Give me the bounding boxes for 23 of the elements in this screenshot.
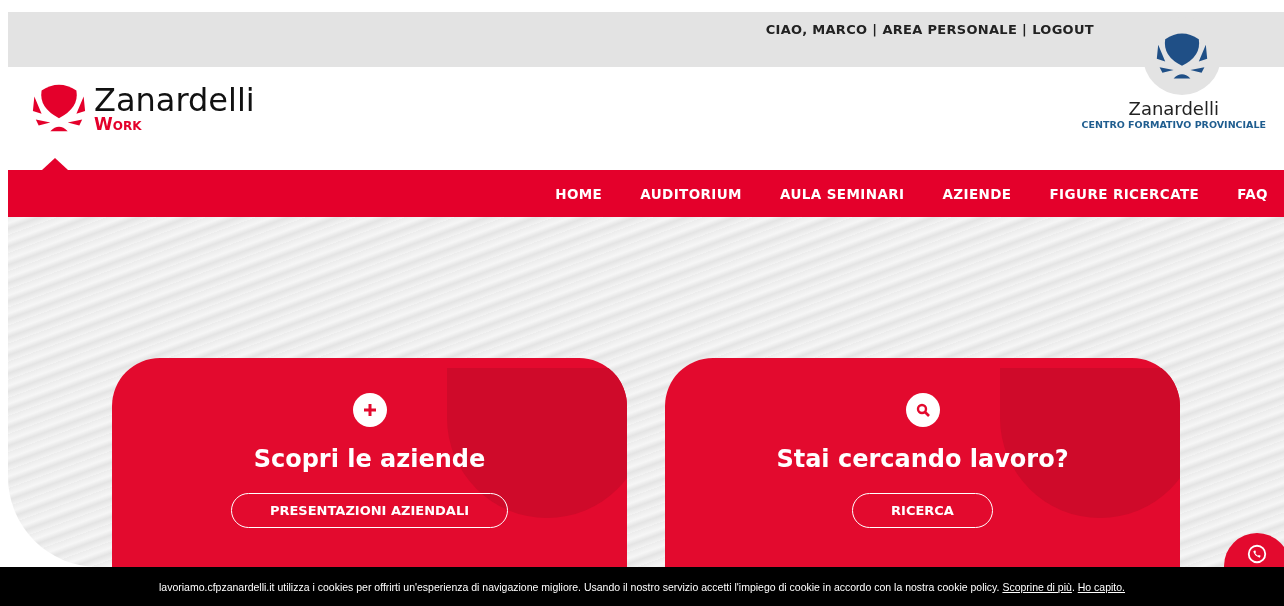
partner-subtitle: CENTRO FORMATIVO PROVINCIALE [1081, 119, 1266, 130]
nav-link[interactable]: HOME [555, 185, 603, 202]
nav-link[interactable]: AZIENDE [942, 185, 1012, 202]
top-link[interactable]: LOGOUT [1032, 22, 1094, 37]
separator: | [1022, 22, 1028, 37]
logo-subtitle: Work [94, 115, 143, 133]
accept-link[interactable]: Ho capito. [1077, 580, 1125, 593]
search-icon [915, 403, 930, 417]
nav-link[interactable]: FAQ [1237, 185, 1268, 202]
more-info-link[interactable]: Scoprine di più [1002, 580, 1072, 593]
logo-name: Zanardelli [94, 83, 255, 116]
cookie-notice: lavoriamo.cfpzanardelli.it utilizza i cookies per offrirti un'esperienza di navigazione migliore. Usando il nostro servizio accetti l'impiego di cookie in accordo con la nostra cookie policy. Scoprine di più. Ho capito. [158, 580, 1125, 593]
separator: | [872, 22, 878, 37]
nav-link[interactable]: AULA SEMINARI [779, 185, 905, 202]
nav-link[interactable]: AUDITORIUM [640, 185, 742, 202]
top-link[interactable]: AREA PERSONALE [882, 22, 1018, 37]
top-link[interactable]: CIAO, MARCO [765, 22, 868, 37]
card-title: Stai cercando lavoro? [776, 445, 1069, 473]
plus-icon [362, 403, 377, 417]
partner-name: Zanardelli [1128, 98, 1219, 119]
card-title: Scopri le aziende [253, 445, 486, 473]
phone-icon [1246, 543, 1268, 565]
nav-link[interactable]: FIGURE RICERCATE [1049, 185, 1200, 202]
